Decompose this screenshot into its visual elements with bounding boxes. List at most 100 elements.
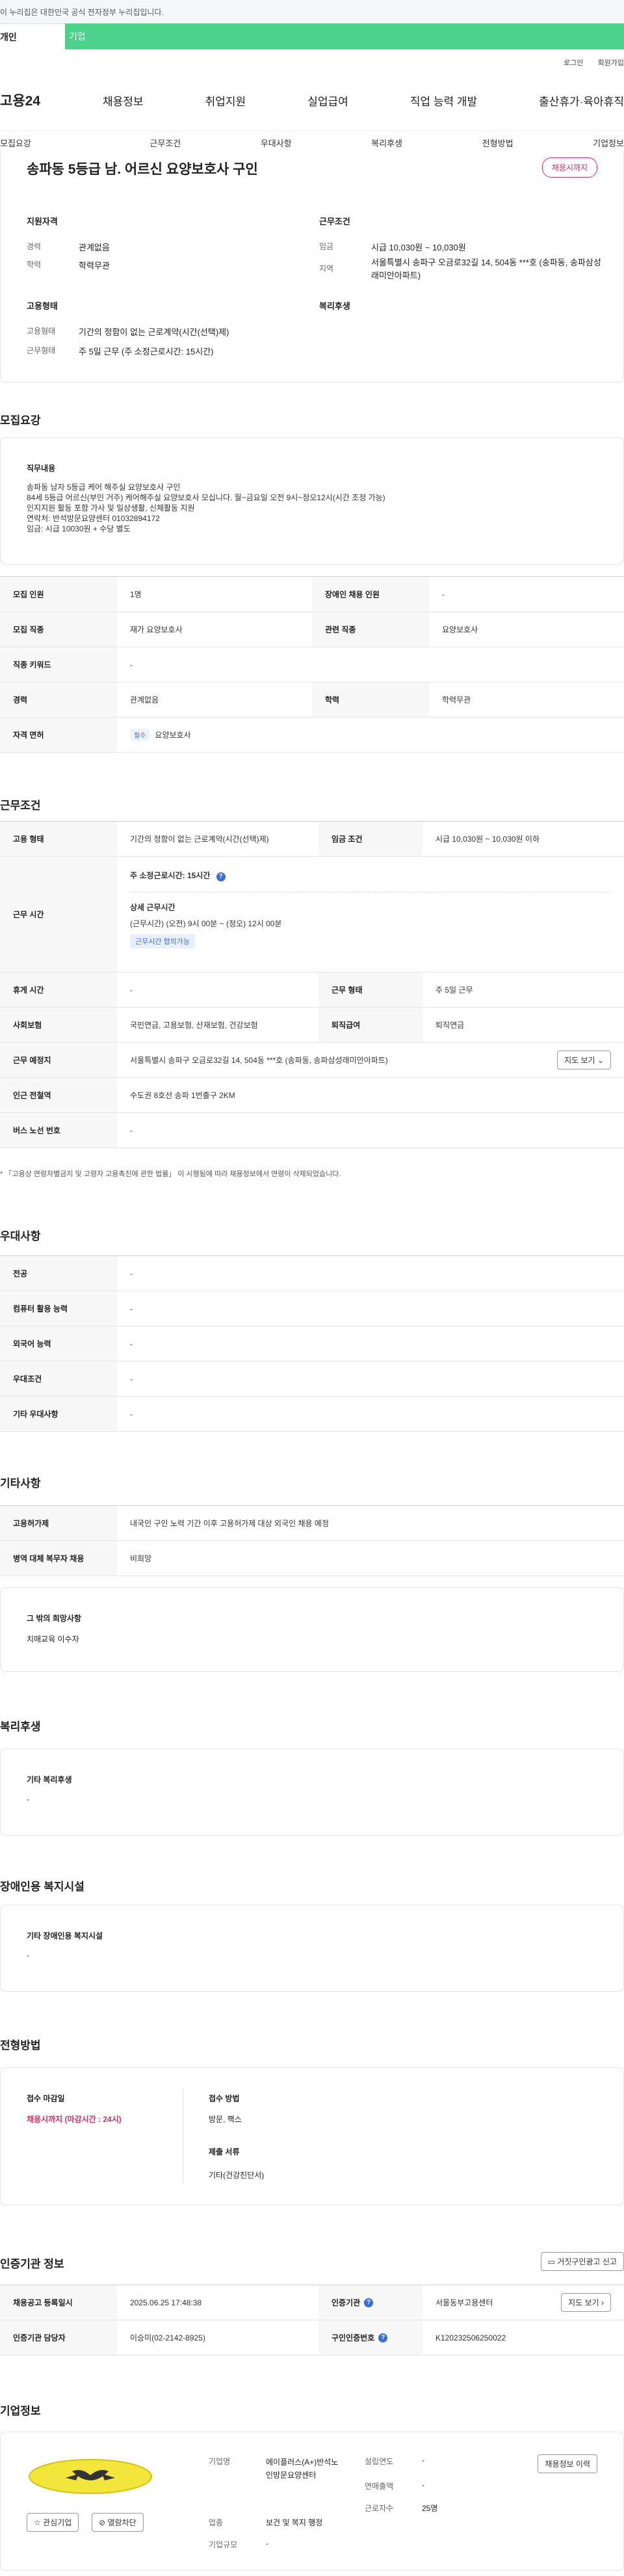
- recruit-section-title: 모집요강: [0, 414, 41, 427]
- table-row: 근무 시간 주 소정근로시간: 15시간 ? 상세 근무시간 (근무시간) (오…: [0, 857, 624, 973]
- company-employees-value: 25명: [422, 2504, 438, 2513]
- weekly-hours-row: 주 소정근로시간: 15시간 ?: [130, 870, 611, 881]
- th-related-job: 관련 직종: [312, 612, 429, 647]
- chevron-right-icon: ›: [601, 2298, 604, 2307]
- td-pref-other: -: [130, 1409, 133, 1419]
- table-row: 경력 관계없음 학력 학력무관: [0, 682, 624, 718]
- th-work-form: 근무 형태: [318, 973, 422, 1007]
- license-value: 요양보호사: [155, 731, 191, 740]
- anchor-welfare[interactable]: 복리후생: [371, 137, 402, 149]
- menu-item-maternity-leave[interactable]: 출산휴가·육아휴직: [539, 92, 624, 109]
- menu-item-vocational-training[interactable]: 직업 능력 개발: [410, 92, 477, 109]
- company-name-label: 기업명: [209, 2457, 231, 2466]
- disability-box-title: 기타 장애인용 복지시설: [27, 1931, 103, 1940]
- tab-person[interactable]: 개인: [0, 23, 65, 49]
- weekly-hours: 주 소정근로시간: 15시간: [130, 871, 211, 880]
- th-place: 근무 예정지: [0, 1043, 117, 1077]
- th-pref-other: 기타 우대사항: [0, 1397, 117, 1431]
- td-education: 학력무관: [442, 695, 471, 704]
- menu-item-unemployment-benefit[interactable]: 실업급여: [307, 92, 348, 109]
- anchor-recruit[interactable]: 모집요강: [0, 137, 31, 149]
- menu-item-jobs[interactable]: 채용정보: [103, 92, 144, 109]
- table-row: 우대조건 -: [0, 1362, 624, 1397]
- work-title: 근무조건: [319, 217, 350, 226]
- anchor-selection[interactable]: 전형방법: [482, 137, 514, 149]
- info-icon[interactable]: ?: [216, 872, 226, 881]
- deadline-label: 접수 마감일: [27, 2094, 65, 2103]
- block-view-button[interactable]: ⊘ 열람차단: [92, 2513, 144, 2532]
- td-manager: 이승미(02-2142-8925): [130, 2333, 205, 2342]
- td-job-keyword: -: [130, 660, 133, 669]
- info-icon[interactable]: ?: [364, 2298, 374, 2307]
- info-icon[interactable]: ?: [378, 2333, 388, 2342]
- report-fake-ad-button[interactable]: ▭ 거짓구인광고 신고: [540, 2252, 624, 2271]
- login-link[interactable]: 로그인: [564, 57, 583, 68]
- method-label: 접수 방법: [209, 2094, 240, 2103]
- anchor-company[interactable]: 기업정보: [593, 137, 624, 149]
- anchor-preference[interactable]: 우대사항: [261, 137, 292, 149]
- required-tag: 필수: [130, 729, 150, 741]
- preference-table: 전공 - 컴퓨터 활용 능력 - 외국어 능력 - 우대조건 - 기타 우대사항…: [0, 1255, 624, 1432]
- td-license: 필수 요양보호사: [117, 718, 624, 752]
- site-logo[interactable]: 고용24: [0, 90, 77, 110]
- top-links: 로그인 회원가입: [564, 57, 624, 68]
- fav-company-button[interactable]: ☆ 관심기업: [27, 2513, 79, 2532]
- td-retire: 퇴직연금: [436, 1021, 465, 1030]
- td-insurance: 국민연금, 고용보험, 산재보험, 건강보험: [130, 1021, 258, 1030]
- company-employees-label: 근로자수: [365, 2504, 394, 2513]
- th-career: 경력: [0, 682, 117, 717]
- td-wage: 시급 10,030원 ~ 10,030원 이하: [436, 835, 540, 844]
- docs-value: 기타(건강진단서): [209, 2171, 265, 2180]
- company-size-value: -: [266, 2539, 268, 2548]
- company-year-label: 설립연도: [365, 2457, 394, 2466]
- th-subway: 인근 전철역: [0, 1078, 117, 1112]
- org-value: 서울동부고용센터: [436, 2298, 493, 2307]
- signup-link[interactable]: 회원가입: [598, 57, 624, 68]
- table-row: 휴게 시간 - 근무 형태 주 5일 근무: [0, 973, 624, 1008]
- deadline-value: 채용시까지 (마감시간 : 24시): [27, 2115, 122, 2124]
- table-row: 컴퓨터 활용 능력 -: [0, 1291, 624, 1326]
- company-sales-label: 연매출액: [365, 2482, 394, 2491]
- th-recruit-count: 모집 인원: [0, 577, 117, 611]
- menu-item-employment-support[interactable]: 취업지원: [205, 92, 246, 109]
- th-military: 병역 대체 복무자 채용: [0, 1541, 117, 1576]
- main-menu: 채용정보 취업지원 실업급여 직업 능력 개발 출산휴가·육아휴직: [77, 92, 624, 109]
- th-education: 학력: [312, 682, 429, 717]
- td-pref-condition: -: [130, 1374, 133, 1384]
- anchor-conditions[interactable]: 근무조건: [150, 137, 181, 149]
- welfare-box-value: -: [27, 1795, 29, 1804]
- th-manager: 인증기관 담당자: [0, 2320, 117, 2355]
- company-year-value: -: [422, 2456, 424, 2465]
- tab-company[interactable]: 기업: [65, 23, 624, 49]
- td-bus: -: [130, 1125, 133, 1135]
- preference-section-title: 우대사항: [0, 1230, 41, 1242]
- job-summary-card: 송파동 5등급 남. 어르신 요양보호사 구인 채용시까지 지원자격 경력 관계…: [0, 151, 624, 382]
- table-row: 직종 키워드 -: [0, 647, 624, 682]
- table-row: 채용공고 등록일시 2025.06.25 17:48:38 인증기관 ? 서울동…: [0, 2285, 624, 2320]
- td-org: 서울동부고용센터 지도 보기 ›: [422, 2285, 624, 2320]
- map-button[interactable]: 지도 보기 ⌄: [557, 1051, 611, 1069]
- table-row: 인근 전철역 수도권 8호선 송파 1번출구 2KM: [0, 1078, 624, 1113]
- td-subway: 수도권 8호선 송파 1번출구 2KM: [130, 1091, 235, 1100]
- company-card: ☆ 관심기업 ⊘ 열람차단 기업명 에이플러스(A+)반석노인방문요양센터 업종…: [0, 2432, 624, 2571]
- job-history-button[interactable]: 채용정보 이력: [538, 2454, 597, 2473]
- age-footnote: * 「고용상 연령차별금지 및 고령자 고용촉진에 관한 법률」 이 시행됨에 …: [0, 1170, 341, 1178]
- td-disabled-count: -: [442, 589, 445, 599]
- table-row: 자격 면허 필수 요양보호사: [0, 718, 624, 753]
- duty-line: 인지지원 활동 포함 가사 및 일상생활, 신체활동 지원: [27, 503, 195, 513]
- td-work-form: 주 5일 근무: [436, 986, 473, 995]
- th-job-keyword: 직종 키워드: [0, 647, 117, 682]
- table-row: 전공 -: [0, 1256, 624, 1291]
- area-value: 서울특별시 송파구 오금로32길 14, 504동 ***호 (송파동, 송파삼…: [371, 258, 601, 280]
- th-rest: 휴게 시간: [0, 973, 117, 1007]
- agency-map-button[interactable]: 지도 보기 ›: [561, 2293, 611, 2312]
- td-reg-date: 2025.06.25 17:48:38: [130, 2298, 202, 2307]
- company-section-title: 기업정보: [0, 2405, 41, 2417]
- career-label: 경력: [27, 242, 42, 251]
- emp-type-value: 기간의 정함이 없는 근로계약(시간(선택)제): [79, 327, 229, 337]
- agency-map-label: 지도 보기: [568, 2298, 599, 2307]
- conditions-table: 고용 형태 기간의 정함이 없는 근로계약(시간(선택)제) 임금 조건 시급 …: [0, 821, 624, 1148]
- selection-card: 접수 마감일 채용시까지 (마감시간 : 24시) 접수 방법 방문, 팩스 제…: [0, 2067, 624, 2205]
- welfare-box-title: 기타 복리후생: [27, 1775, 72, 1784]
- table-row: 기타 우대사항 -: [0, 1397, 624, 1432]
